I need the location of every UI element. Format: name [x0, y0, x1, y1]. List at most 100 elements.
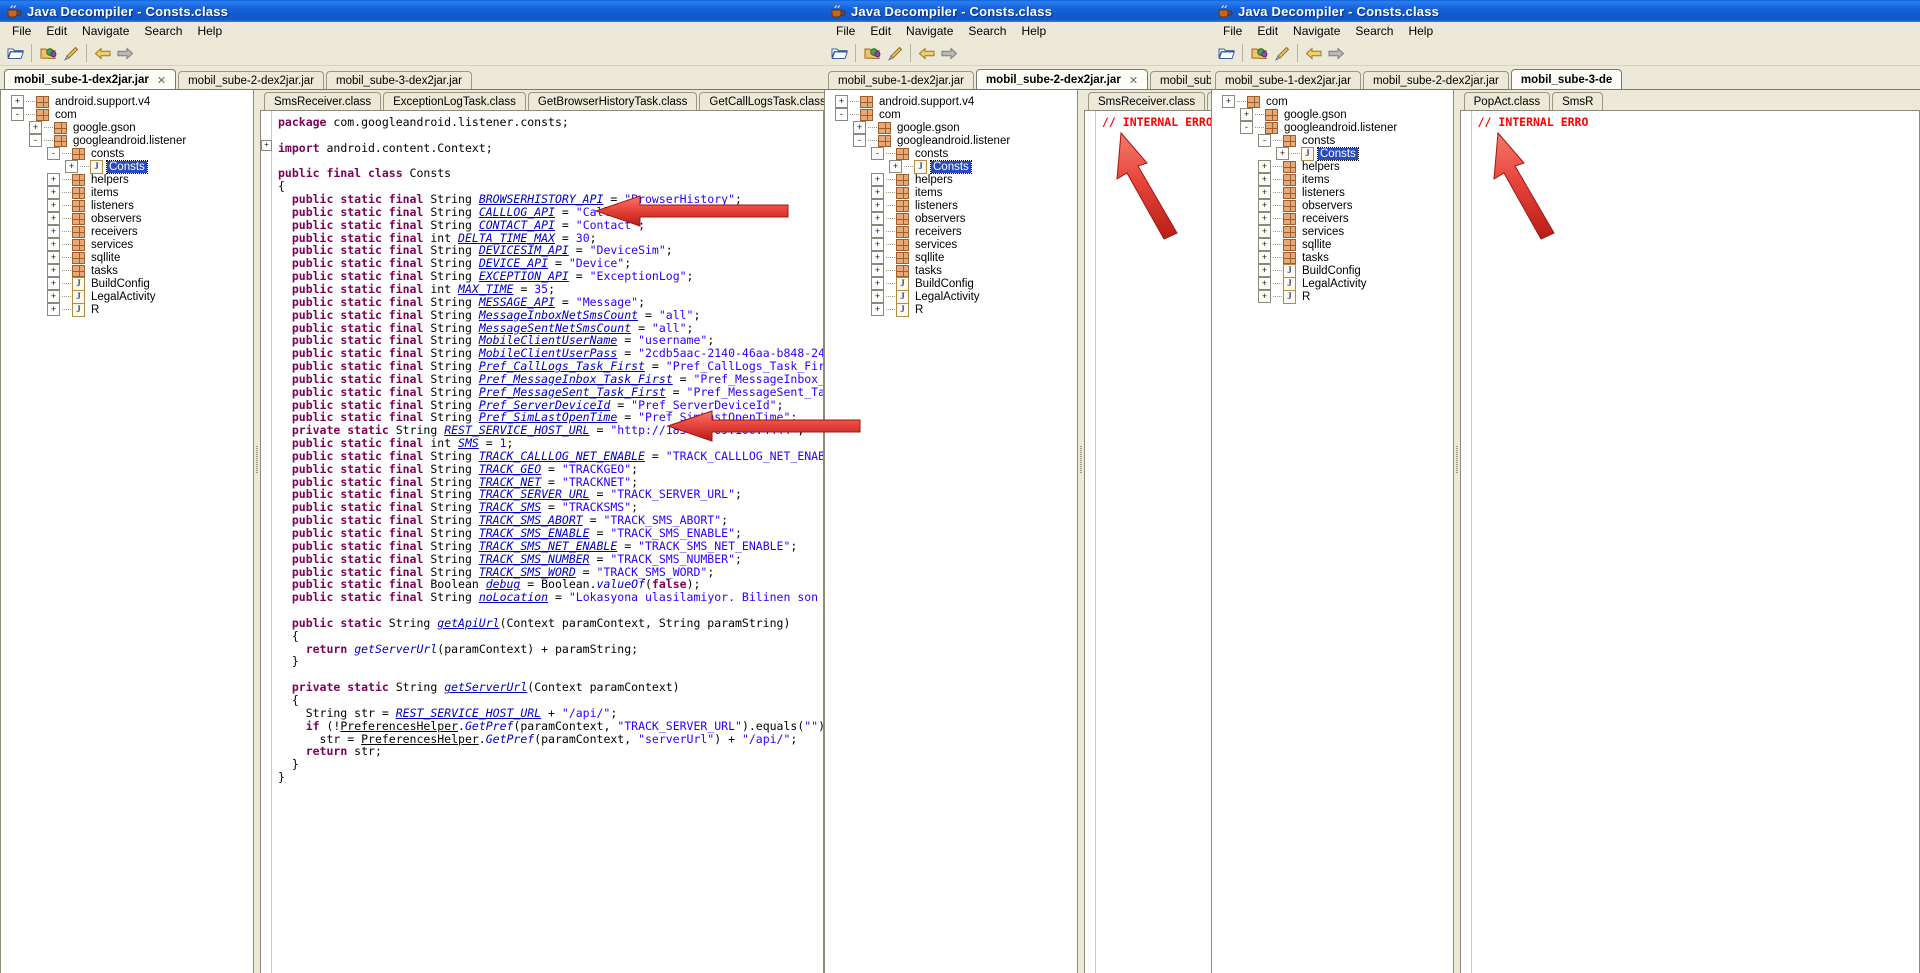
tree-item-label[interactable]: observers — [89, 213, 144, 225]
menu-edit-3[interactable]: Edit — [1250, 23, 1286, 39]
expand-toggle-icon[interactable]: + — [1258, 264, 1271, 277]
menu-help-3[interactable]: Help — [1401, 23, 1441, 39]
jar-tab-3-1[interactable]: mobil_sube-2-dex2jar.jar — [1362, 71, 1509, 89]
tree-item-label[interactable]: tasks — [1300, 252, 1331, 264]
tree-item-label[interactable]: listeners — [89, 200, 136, 212]
tree-row[interactable]: + android.support.v4 — [829, 95, 1077, 108]
jar-tab-1-0[interactable]: mobil_sube-1-dex2jar.jar ✕ — [4, 69, 177, 89]
tree-item-label[interactable]: R — [1300, 291, 1312, 303]
tree-row[interactable]: + items — [1216, 173, 1453, 186]
tree-item-label[interactable]: services — [913, 239, 959, 251]
tree-item-label[interactable]: consts — [913, 148, 950, 160]
tree-item-label[interactable]: Consts — [1317, 146, 1359, 161]
tree-item-label[interactable]: consts — [89, 148, 126, 160]
tree-row[interactable]: + google.gson — [1216, 108, 1453, 121]
menu-edit-1[interactable]: Edit — [39, 23, 75, 39]
tree-row[interactable]: - com — [829, 108, 1077, 121]
expand-toggle-icon[interactable]: + — [1258, 186, 1271, 199]
menu-navigate-1[interactable]: Navigate — [75, 23, 137, 39]
expand-toggle-icon[interactable]: + — [889, 160, 902, 173]
menu-search-2[interactable]: Search — [961, 23, 1014, 39]
titlebar-3[interactable]: Java Decompiler - Consts.class — [1211, 0, 1920, 22]
expand-toggle-icon[interactable]: + — [871, 199, 884, 212]
tree-item-label[interactable]: googleandroid.listener — [71, 135, 188, 147]
tree-item-label[interactable]: tasks — [89, 265, 120, 277]
class-tab[interactable]: GetCallLogsTask.class — [699, 92, 824, 110]
expand-toggle-icon[interactable]: + — [47, 238, 60, 251]
tree-row[interactable]: + J R — [829, 302, 1077, 317]
tree-row[interactable]: + J R — [5, 302, 253, 317]
tree-row[interactable]: - consts — [5, 147, 253, 160]
menu-file-1[interactable]: File — [5, 23, 39, 39]
class-tab[interactable]: SmsR — [1552, 92, 1604, 110]
back-arrow-icon[interactable] — [92, 43, 114, 63]
tree-row[interactable]: - consts — [829, 147, 1077, 160]
collapse-toggle-icon[interactable]: - — [835, 108, 848, 121]
tree-item-label[interactable]: sqllite — [913, 252, 946, 264]
tree-item-label[interactable]: services — [1300, 226, 1346, 238]
tree-row[interactable]: + J LegalActivity — [829, 289, 1077, 304]
tree-row[interactable]: + helpers — [829, 173, 1077, 186]
tree-item-label[interactable]: sqllite — [89, 252, 122, 264]
tree-item-label[interactable]: R — [89, 304, 101, 316]
tree-item-label[interactable]: android.support.v4 — [877, 96, 976, 108]
tree-item-label[interactable]: BuildConfig — [1300, 265, 1363, 277]
source-editor-3[interactable]: // INTERNAL ERRO — [1459, 110, 1920, 973]
tree-row[interactable]: + J BuildConfig — [5, 276, 253, 291]
jar-tab-1-1[interactable]: mobil_sube-2-dex2jar.jar — [178, 71, 325, 89]
tree-item-label[interactable]: helpers — [913, 174, 955, 186]
tree-item-label[interactable]: consts — [1300, 135, 1337, 147]
menu-file-3[interactable]: File — [1216, 23, 1250, 39]
window-java-decompiler-1[interactable]: Java Decompiler - Consts.class File Edit… — [0, 0, 824, 973]
tree-row[interactable]: + google.gson — [829, 121, 1077, 134]
menu-search-3[interactable]: Search — [1348, 23, 1401, 39]
open-jar-icon[interactable] — [1248, 43, 1270, 63]
forward-arrow-icon[interactable] — [938, 43, 960, 63]
expand-toggle-icon[interactable]: + — [47, 303, 60, 316]
expand-toggle-icon[interactable]: + — [871, 173, 884, 186]
tree-item-label[interactable]: services — [89, 239, 135, 251]
menubar-1[interactable]: File Edit Navigate Search Help — [0, 22, 824, 41]
back-arrow-icon[interactable] — [1303, 43, 1325, 63]
tree-item-label[interactable]: observers — [1300, 200, 1355, 212]
tree-row[interactable]: + helpers — [1216, 160, 1453, 173]
tree-row[interactable]: + google.gson — [5, 121, 253, 134]
paintbrush-icon[interactable] — [883, 43, 905, 63]
class-tab[interactable]: ExceptionLogTask.class — [383, 92, 526, 110]
tree-row[interactable]: - googleandroid.listener — [1216, 121, 1453, 134]
open-folder-icon[interactable] — [1215, 43, 1237, 63]
tree-item-label[interactable]: tasks — [913, 265, 944, 277]
tree-row[interactable]: + listeners — [1216, 186, 1453, 199]
expand-toggle-icon[interactable]: + — [871, 186, 884, 199]
open-jar-icon[interactable] — [861, 43, 883, 63]
collapse-toggle-icon[interactable]: - — [47, 147, 60, 160]
tree-row[interactable]: + tasks — [829, 264, 1077, 277]
class-tabs-3[interactable]: PopAct.class SmsR — [1459, 90, 1920, 110]
tree-row[interactable]: + J Consts — [829, 159, 1077, 174]
tree-row[interactable]: + receivers — [1216, 212, 1453, 225]
tree-row[interactable]: - com — [5, 108, 253, 121]
class-tab[interactable]: SmsReceiver.class — [1088, 92, 1206, 110]
menu-help-1[interactable]: Help — [190, 23, 230, 39]
jar-tab-3-0[interactable]: mobil_sube-1-dex2jar.jar — [1215, 71, 1361, 89]
collapse-toggle-icon[interactable]: - — [1240, 121, 1253, 134]
package-tree-3[interactable]: + com + google.gson - googleandroid.listener -… — [1211, 90, 1454, 973]
tree-row[interactable]: + listeners — [5, 199, 253, 212]
menu-edit-2[interactable]: Edit — [863, 23, 899, 39]
expand-toggle-icon[interactable]: + — [1258, 251, 1271, 264]
expand-toggle-icon[interactable]: + — [1276, 147, 1289, 160]
tree-row[interactable]: + items — [5, 186, 253, 199]
tree-item-label[interactable]: items — [1300, 174, 1331, 186]
tree-item-label[interactable]: googleandroid.listener — [1282, 122, 1399, 134]
tree-item-label[interactable]: sqllite — [1300, 239, 1333, 251]
expand-toggle-icon[interactable]: + — [871, 212, 884, 225]
expand-toggle-icon[interactable]: + — [1258, 160, 1271, 173]
tree-row[interactable]: - consts — [1216, 134, 1453, 147]
expand-toggle-icon[interactable]: + — [835, 95, 848, 108]
menubar-3[interactable]: File Edit Navigate Search Help — [1211, 22, 1920, 41]
expand-toggle-icon[interactable]: + — [29, 121, 42, 134]
tree-item-label[interactable]: listeners — [1300, 187, 1347, 199]
window-java-decompiler-3[interactable]: Java Decompiler - Consts.class File Edit… — [1211, 0, 1920, 973]
tree-row[interactable]: + sqllite — [5, 251, 253, 264]
source-editor-2[interactable]: // INTERNAL ERROR // — [1084, 110, 1218, 973]
